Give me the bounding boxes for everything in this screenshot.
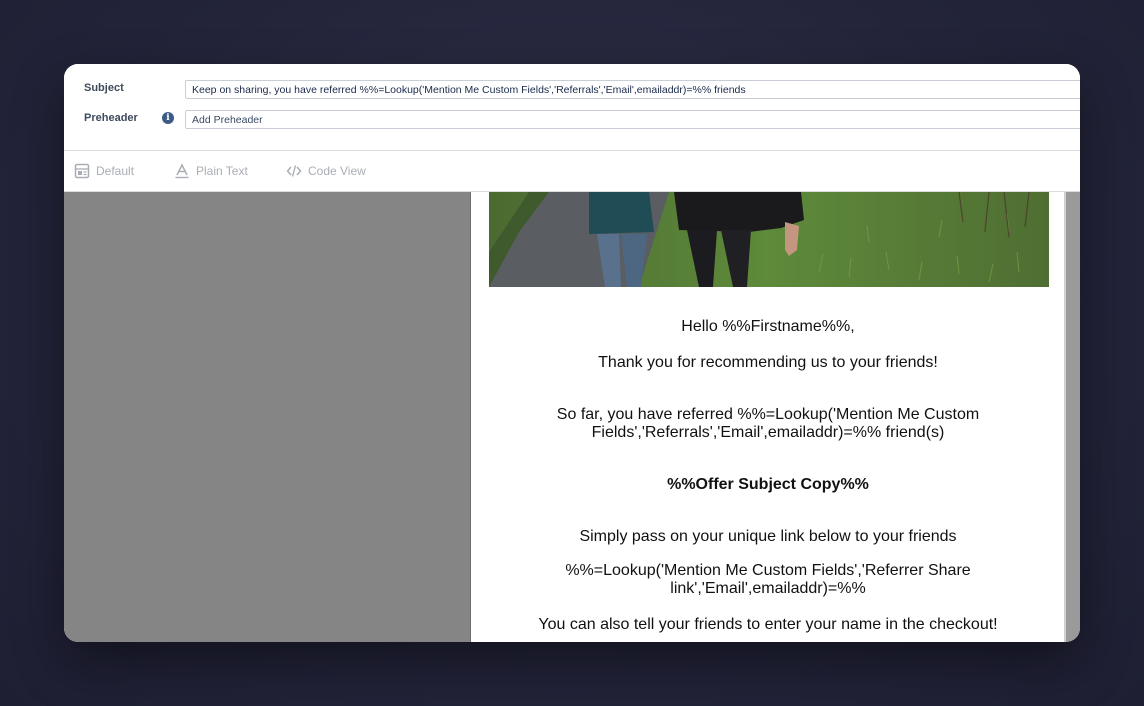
thanks-text: Thank you for recommending us to your fr… — [598, 354, 938, 371]
referred-line-1: So far, you have referred %%=Lookup('Men… — [556, 406, 980, 423]
subject-label: Subject — [84, 82, 124, 94]
share-link-line-1: %%=Lookup('Mention Me Custom Fields','Re… — [565, 562, 971, 579]
hero-image — [489, 192, 1049, 287]
info-icon[interactable]: i — [162, 112, 174, 124]
text-a-icon — [174, 163, 190, 179]
code-view-button[interactable]: Code View — [286, 162, 366, 180]
email-header-fields: Subject Keep on sharing, you have referr… — [64, 64, 1080, 151]
share-link-line-2: link','Email',emailaddr)=%% — [670, 580, 866, 597]
checkout-text: You can also tell your friends to enter … — [538, 616, 998, 633]
view-toolbar: Default Plain Text Code View — [64, 151, 1080, 192]
greeting-text: Hello %%Firstname%%, — [681, 318, 855, 335]
plain-text-view-label: Plain Text — [196, 164, 248, 178]
code-view-label: Code View — [308, 164, 366, 178]
pass-on-text: Simply pass on your unique link below to… — [579, 528, 957, 545]
preheader-input[interactable]: Add Preheader — [185, 110, 1080, 129]
email-editor-window: Subject Keep on sharing, you have referr… — [64, 64, 1080, 642]
plain-text-view-button[interactable]: Plain Text — [174, 162, 248, 180]
scrollbar-edge — [1064, 192, 1066, 642]
subject-input[interactable]: Keep on sharing, you have referred %%=Lo… — [185, 80, 1080, 99]
preheader-label: Preheader — [84, 112, 138, 124]
code-icon — [286, 164, 302, 178]
preview-scrollbar[interactable] — [1064, 192, 1080, 642]
referred-line-2: Fields','Referrals','Email',emailaddr)=%… — [591, 424, 945, 441]
email-body: Hello %%Firstname%%, Thank you for recom… — [470, 192, 1065, 642]
default-view-button[interactable]: Default — [74, 162, 134, 180]
offer-heading: %%Offer Subject Copy%% — [667, 476, 869, 493]
layout-icon — [74, 163, 90, 179]
default-view-label: Default — [96, 164, 135, 178]
email-preview-canvas: Hello %%Firstname%%, Thank you for recom… — [64, 192, 1080, 642]
